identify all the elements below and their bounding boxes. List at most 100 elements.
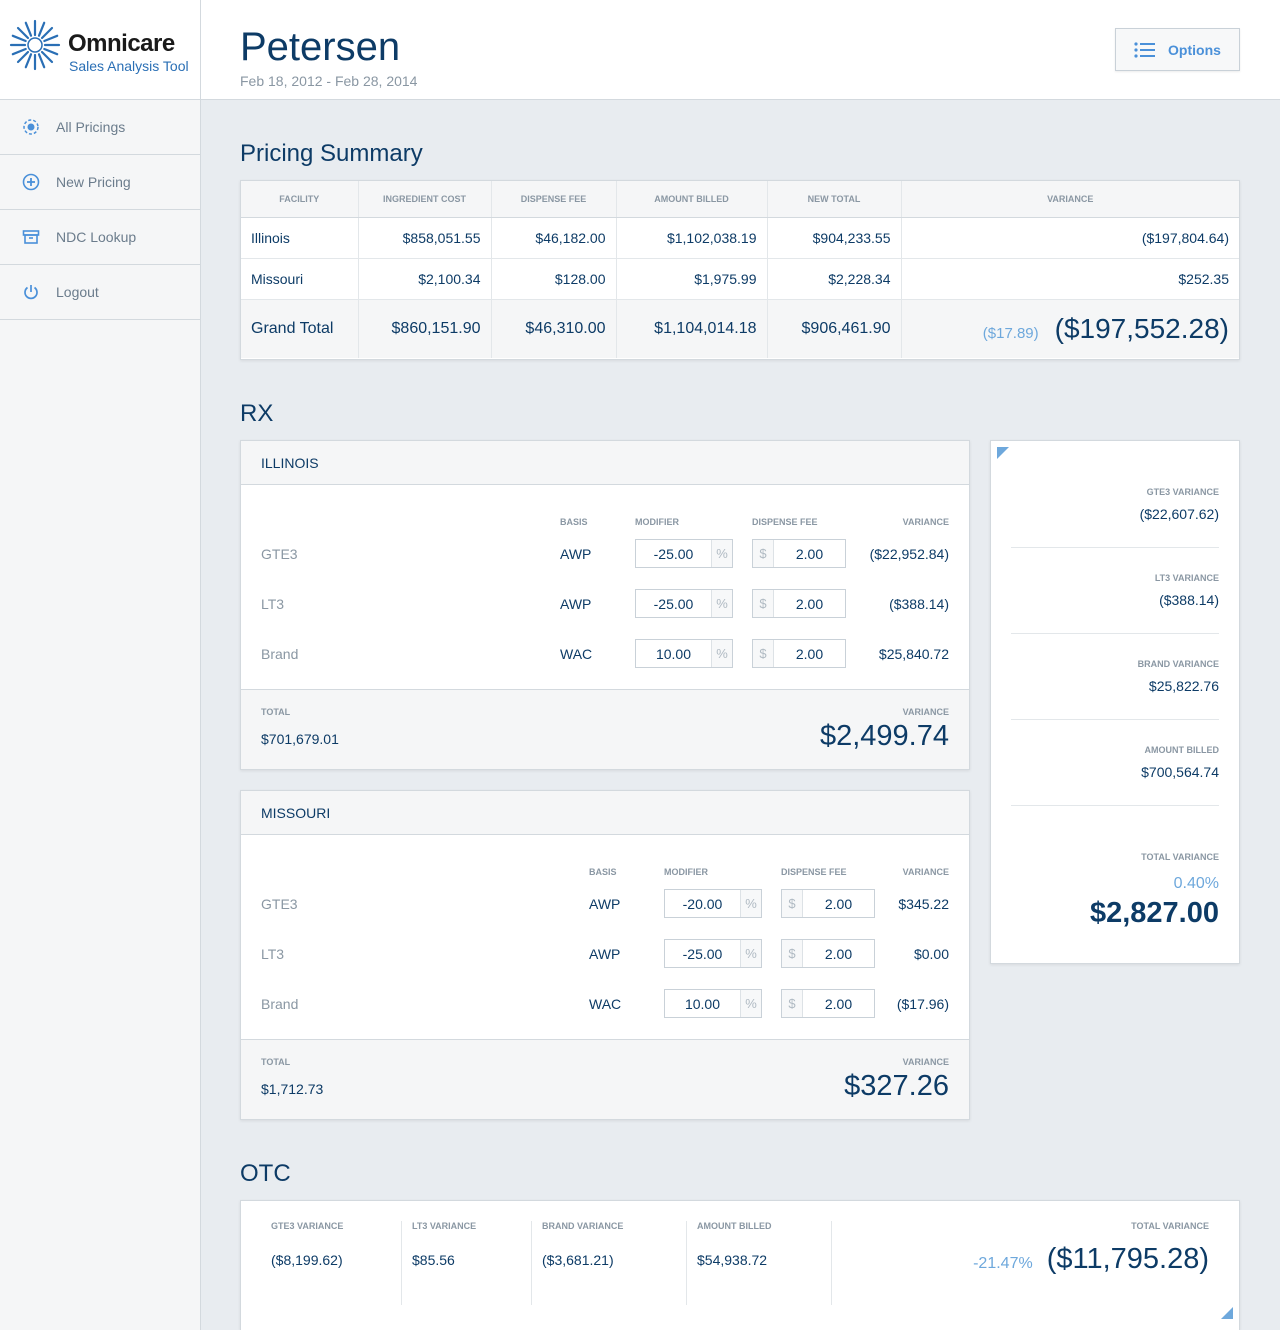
otc-stat-gte3-variance: GTE3 VARIANCE ($8,199.62) — [271, 1221, 343, 1305]
brand-logo[interactable]: Omnicare Sales Analysis Tool — [0, 0, 200, 100]
stat-gte3-variance: GTE3 VARIANCE ($22,607.62) — [1011, 487, 1219, 522]
cell-facility: Missouri — [241, 258, 359, 300]
percent-addon: % — [711, 640, 732, 667]
modifier-input[interactable]: -20.00% — [664, 889, 762, 918]
modifier-input[interactable]: 10.00% — [664, 989, 762, 1018]
modifier-value[interactable]: -25.00 — [636, 546, 711, 562]
brand-subtitle: Sales Analysis Tool — [69, 58, 189, 74]
cell-variance: $252.35 — [901, 258, 1239, 300]
dollar-addon: $ — [753, 540, 774, 567]
nav-item-ndc-lookup[interactable]: NDC Lookup — [0, 210, 200, 265]
facility-variance: $2,499.74 — [819, 720, 949, 752]
nav-label: New Pricing — [56, 174, 131, 190]
row-basis: AWP — [560, 596, 592, 612]
pricing-summary-title: Pricing Summary — [240, 140, 423, 167]
stat-label: AMOUNT BILLED — [697, 1221, 772, 1231]
grand-variance-cell: ($17.89) ($197,552.28) — [901, 299, 1239, 358]
modifier-input[interactable]: -25.00% — [635, 539, 733, 568]
col-header-dispense-fee: Dispense Fee — [752, 517, 818, 527]
percent-addon: % — [711, 540, 732, 567]
options-button[interactable]: Options — [1115, 28, 1240, 71]
dispense-fee-value[interactable]: 2.00 — [774, 646, 845, 662]
dispense-fee-value[interactable]: 2.00 — [803, 896, 874, 912]
otc-stat-total-variance: TOTAL VARIANCE -21.47% ($11,795.28) — [973, 1221, 1209, 1305]
cell-new-total: $904,233.55 — [767, 217, 902, 259]
modifier-input[interactable]: 10.00% — [635, 639, 733, 668]
dispense-fee-value[interactable]: 2.00 — [803, 996, 874, 1012]
row-label-gte3: GTE3 — [261, 546, 298, 562]
divider — [831, 1221, 832, 1305]
facility-total: $701,679.01 — [261, 731, 339, 747]
otc-stat-lt3-variance: LT3 VARIANCE $85.56 — [412, 1221, 476, 1305]
modifier-input[interactable]: -25.00% — [664, 939, 762, 968]
stat-value: ($3,681.21) — [542, 1252, 614, 1268]
nav-item-all-pricings[interactable]: All Pricings — [0, 100, 200, 155]
grand-total-row: Grand Total $860,151.90 $46,310.00 $1,10… — [241, 299, 1239, 358]
divider — [1011, 719, 1219, 720]
stat-label: LT3 VARIANCE — [1154, 573, 1219, 583]
grand-ingredient-cost: $860,151.90 — [358, 299, 492, 358]
row-label-gte3: GTE3 — [261, 896, 298, 912]
stat-value: $85.56 — [412, 1252, 455, 1268]
col-header-variance: Variance — [902, 517, 949, 527]
grand-dispense-fee: $46,310.00 — [491, 299, 617, 358]
facility-total: $1,712.73 — [261, 1081, 324, 1097]
stat-label: TOTAL VARIANCE — [1131, 1221, 1209, 1231]
nav-item-logout[interactable]: Logout — [0, 265, 200, 320]
row-label-brand: Brand — [261, 646, 299, 662]
otc-stat-amount-billed: AMOUNT BILLED $54,938.72 — [697, 1221, 772, 1305]
nav-label: NDC Lookup — [56, 229, 137, 245]
dispense-fee-input[interactable]: $2.00 — [781, 989, 875, 1018]
dispense-fee-input[interactable]: $2.00 — [752, 539, 846, 568]
target-icon — [22, 118, 40, 136]
dispense-fee-input[interactable]: $2.00 — [752, 639, 846, 668]
options-label: Options — [1168, 41, 1221, 58]
dispense-fee-value[interactable]: 2.00 — [803, 946, 874, 962]
facility-card-illinois: ILLINOIS Basis Modifier Dispense Fee Var… — [240, 440, 970, 770]
stat-label: BRAND VARIANCE — [1137, 659, 1219, 669]
modifier-input[interactable]: -25.00% — [635, 589, 733, 618]
stat-label: TOTAL VARIANCE — [1141, 852, 1219, 862]
stat-total-variance: TOTAL VARIANCE 0.40% $2,827.00 — [1011, 852, 1219, 930]
facility-name: MISSOURI — [241, 791, 969, 835]
divider — [1011, 805, 1219, 806]
otc-total-variance-pct: -21.47% — [973, 1255, 1033, 1272]
modifier-value[interactable]: -20.00 — [665, 896, 740, 912]
row-variance: $25,840.72 — [878, 646, 949, 662]
stat-value: $54,938.72 — [697, 1252, 768, 1268]
row-basis: WAC — [589, 996, 622, 1012]
col-header-modifier: Modifier — [635, 517, 679, 527]
row-label-lt3: LT3 — [261, 596, 285, 612]
facility-variance: $327.26 — [844, 1070, 949, 1102]
divider — [531, 1221, 532, 1305]
stat-label: GTE3 VARIANCE — [1146, 487, 1219, 497]
otc-total-variance-row: -21.47% ($11,795.28) — [973, 1243, 1209, 1276]
dispense-fee-input[interactable]: $2.00 — [752, 589, 846, 618]
variance-label: VARIANCE — [902, 707, 949, 717]
stat-value: $700,564.74 — [1141, 764, 1219, 780]
divider — [401, 1221, 402, 1305]
col-header-new-total: New Total — [767, 181, 902, 218]
corner-marker-icon — [997, 447, 1009, 459]
dispense-fee-input[interactable]: $2.00 — [781, 889, 875, 918]
row-variance: ($17.96) — [896, 996, 949, 1012]
row-label-brand: Brand — [261, 996, 299, 1012]
modifier-value[interactable]: -25.00 — [665, 946, 740, 962]
modifier-value[interactable]: 10.00 — [665, 996, 740, 1012]
dispense-fee-value[interactable]: 2.00 — [774, 546, 845, 562]
page-title: Petersen — [240, 25, 401, 69]
nav-item-new-pricing[interactable]: New Pricing — [0, 155, 200, 210]
row-variance: $0.00 — [913, 946, 949, 962]
cell-new-total: $2,228.34 — [767, 258, 902, 300]
modifier-value[interactable]: -25.00 — [636, 596, 711, 612]
dispense-fee-input[interactable]: $2.00 — [781, 939, 875, 968]
grand-new-total: $906,461.90 — [767, 299, 902, 358]
cell-ingredient-cost: $2,100.34 — [358, 258, 492, 300]
row-basis: AWP — [589, 946, 621, 962]
cell-ingredient-cost: $858,051.55 — [358, 217, 492, 259]
dispense-fee-value[interactable]: 2.00 — [774, 596, 845, 612]
list-icon — [1134, 41, 1156, 58]
cell-dispense-fee: $128.00 — [491, 258, 617, 300]
modifier-value[interactable]: 10.00 — [636, 646, 711, 662]
row-variance: ($22,952.84) — [869, 546, 949, 562]
